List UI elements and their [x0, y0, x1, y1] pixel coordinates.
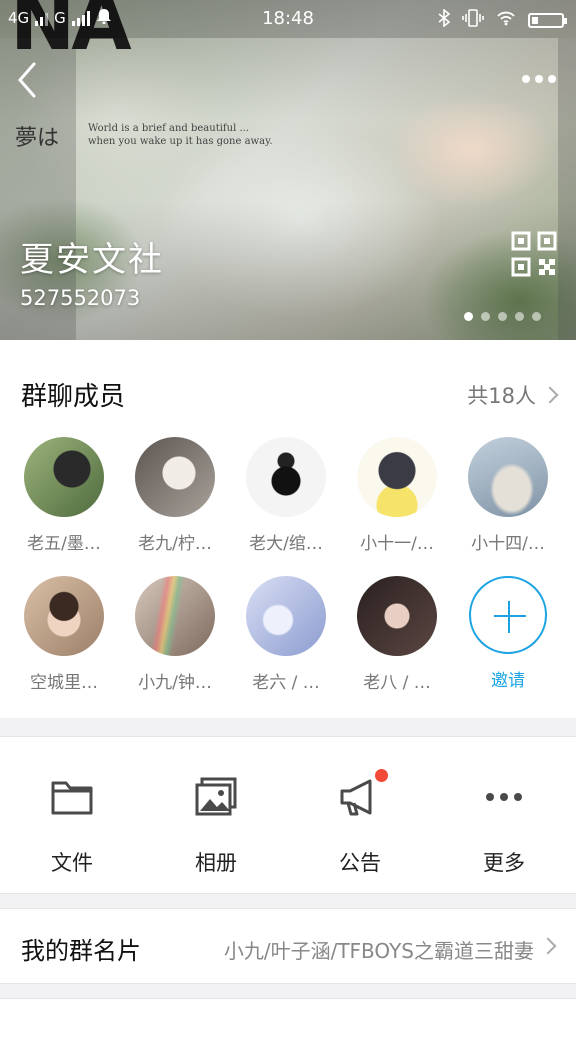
next-settings-row[interactable] [0, 998, 576, 1039]
avatar [135, 576, 215, 656]
avatar [135, 437, 215, 517]
member-name: 老六 / … [252, 673, 320, 693]
invite-label: 邀请 [491, 671, 525, 691]
group-card-label: 我的群名片 [21, 937, 141, 965]
chevron-right-icon [541, 386, 559, 404]
members-count: 共18人 [467, 384, 536, 408]
cover-jp-text: 夢は [15, 126, 60, 151]
members-count-link[interactable]: 共18人 [467, 380, 559, 410]
member-item[interactable]: 老八 / … [342, 576, 452, 693]
more-dot-icon [522, 75, 530, 83]
folder-icon [51, 781, 93, 815]
more-menu-button[interactable] [522, 64, 562, 94]
megaphone-icon [340, 779, 372, 816]
notice-label: 公告 [339, 851, 381, 875]
vibrate-icon [462, 9, 484, 31]
my-group-card-row[interactable]: 我的群名片 小九/叶子涵/TFBOYS之霸道三甜妻 [0, 908, 576, 984]
album-button[interactable]: 相册 [144, 737, 288, 893]
album-label: 相册 [195, 851, 237, 875]
more-button[interactable]: 更多 [432, 737, 576, 893]
member-item[interactable]: 老大/绾… [231, 437, 341, 554]
avatar [24, 576, 104, 656]
status-icons [438, 8, 567, 31]
cover-script-text: World is a brief and beautiful ... when … [88, 123, 273, 147]
qr-code-button[interactable] [511, 231, 557, 277]
avatar [357, 437, 437, 517]
more-label: 更多 [483, 851, 525, 875]
avatar [246, 437, 326, 517]
avatar [24, 437, 104, 517]
back-button[interactable] [12, 60, 48, 100]
files-label: 文件 [51, 851, 93, 875]
notice-icon-wrap [338, 769, 388, 817]
battery-icon [528, 12, 567, 28]
notice-button[interactable]: 公告 [288, 737, 432, 893]
member-name: 小九/钟… [138, 673, 212, 693]
plus-icon [469, 576, 547, 654]
avatar [357, 576, 437, 656]
member-item[interactable]: 空城里… [9, 576, 119, 693]
member-item[interactable]: 小九/钟… [120, 576, 230, 693]
more-dot-icon [535, 75, 543, 83]
more-icon [486, 793, 522, 801]
member-name: 小十一/… [360, 534, 434, 554]
group-tools: 文件 相册 公告 更多 [0, 736, 576, 894]
page-dot [515, 312, 524, 321]
member-name: 老八 / … [363, 673, 431, 693]
unread-dot [375, 769, 388, 782]
member-item[interactable]: 老六 / … [231, 576, 341, 693]
page-dot [481, 312, 490, 321]
group-id: 527552073 [20, 286, 141, 310]
member-name: 小十四/… [471, 534, 545, 554]
page-dot [498, 312, 507, 321]
back-arrow-icon [18, 62, 36, 98]
avatar [246, 576, 326, 656]
member-item[interactable]: 老五/墨… [9, 437, 119, 554]
member-item[interactable]: 小十四/… [453, 437, 563, 554]
files-button[interactable]: 文件 [0, 737, 144, 893]
chevron-right-icon [539, 937, 557, 955]
members-title: 群聊成员 [21, 382, 126, 412]
album-icon [195, 777, 237, 816]
wifi-icon [496, 10, 516, 30]
group-card-value: 小九/叶子涵/TFBOYS之霸道三甜妻 [223, 939, 534, 963]
members-section: 群聊成员 共18人 老五/墨… 老九/柠… 老大/绾… 小十一/… 小十四/… … [0, 340, 576, 718]
invite-button[interactable]: 邀请 [453, 576, 563, 691]
avatar [468, 437, 548, 517]
member-name: 老九/柠… [138, 534, 212, 554]
member-name: 老五/墨… [27, 534, 101, 554]
page-dot-active [464, 312, 473, 321]
member-item[interactable]: 老九/柠… [120, 437, 230, 554]
more-dot-icon [548, 75, 556, 83]
member-name: 空城里… [30, 673, 98, 693]
member-name: 老大/绾… [249, 534, 323, 554]
bluetooth-icon [438, 8, 451, 31]
group-name: 夏安文社 [20, 240, 164, 280]
cover-page-indicator [464, 312, 541, 321]
status-bar: 4G G 18:48 [0, 0, 576, 38]
page-dot [532, 312, 541, 321]
qr-code-icon [511, 231, 557, 277]
member-item[interactable]: 小十一/… [342, 437, 452, 554]
